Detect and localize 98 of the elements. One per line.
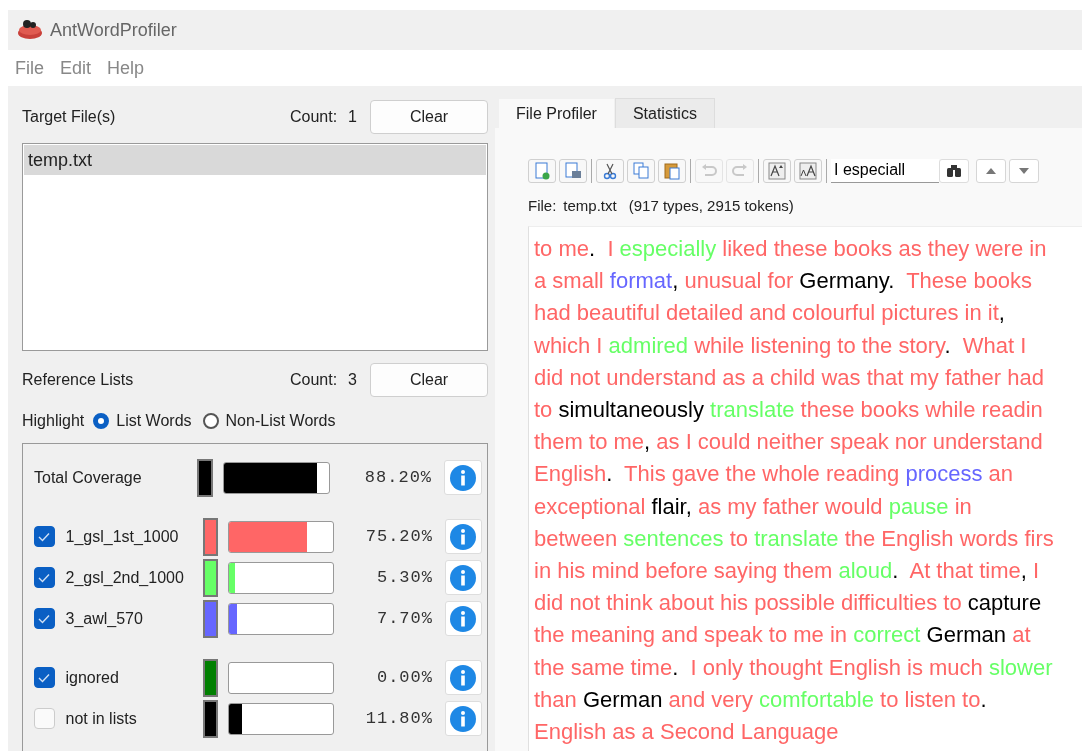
text-line: a small format, unusual for Germany. These books bbox=[534, 267, 1034, 296]
menu-item[interactable]: File bbox=[15, 57, 44, 79]
text-line: exceptional flair, as my father would pause in bbox=[534, 492, 973, 521]
radio-button[interactable] bbox=[202, 413, 219, 429]
file-stats: (917 types, 2915 tokens) bbox=[628, 197, 794, 216]
menu-item[interactable]: Help bbox=[107, 57, 145, 79]
text-line: between sentences to translate the English words firs bbox=[534, 524, 1055, 553]
font-size-icon bbox=[767, 160, 787, 181]
find-button[interactable] bbox=[939, 158, 969, 183]
section-label: Reference Lists bbox=[22, 371, 135, 389]
checkbox[interactable] bbox=[34, 526, 55, 547]
down-arrow-icon bbox=[1019, 167, 1029, 174]
text-line: than German and very comfortable to listen to. bbox=[534, 685, 988, 714]
new-document-icon bbox=[532, 160, 552, 181]
copy-icon bbox=[631, 160, 651, 181]
info-button[interactable] bbox=[444, 701, 482, 736]
text-line: to simultaneously translate these books while readin bbox=[534, 396, 1044, 424]
file-list[interactable]: temp.txt bbox=[22, 143, 488, 351]
checkbox[interactable] bbox=[34, 567, 55, 588]
text-line: did not think about his possible difficulties to capture bbox=[534, 589, 1043, 618]
text-area[interactable] bbox=[528, 226, 1082, 751]
file-list-row[interactable]: temp.txt bbox=[24, 145, 486, 175]
percent-value: 5.30% bbox=[375, 568, 433, 587]
window-title: AntWordProfiler bbox=[50, 19, 177, 41]
text-line: the same time. I only thought English is much slower bbox=[534, 653, 1054, 682]
percent-value: 7.70% bbox=[375, 609, 433, 628]
menu-item[interactable]: Edit bbox=[60, 57, 92, 79]
percent-value: 88.20% bbox=[363, 468, 433, 487]
count-label: Count: bbox=[289, 108, 338, 126]
percent-value: 0.00% bbox=[375, 668, 433, 687]
color-swatch[interactable] bbox=[202, 658, 219, 697]
percent-value: 75.20% bbox=[364, 527, 433, 546]
color-swatch[interactable] bbox=[196, 458, 213, 497]
list-name: not in lists bbox=[65, 709, 138, 728]
info-button[interactable] bbox=[444, 560, 482, 595]
toolbar-button[interactable] bbox=[528, 158, 556, 183]
info-button[interactable] bbox=[444, 460, 482, 495]
info-button[interactable] bbox=[444, 660, 482, 695]
list-name: 2_gsl_2nd_1000 bbox=[65, 568, 185, 587]
text-line: which I admired while listening to the story. What I bbox=[534, 331, 1028, 360]
radio-label[interactable]: Non-List Words bbox=[225, 412, 336, 430]
up-arrow-icon bbox=[986, 167, 996, 174]
text-line: did not understand as a child was that my father had bbox=[534, 363, 1045, 392]
count-value: 1 bbox=[348, 108, 357, 126]
tab[interactable]: Statistics bbox=[614, 98, 715, 128]
info-icon bbox=[450, 605, 477, 632]
info-icon bbox=[450, 523, 477, 550]
color-swatch[interactable] bbox=[202, 517, 219, 556]
info-icon bbox=[450, 664, 477, 691]
text-line: in his mind before saying them aloud. At that time, I bbox=[534, 557, 1041, 586]
save-icon bbox=[563, 160, 583, 181]
info-icon bbox=[450, 564, 477, 591]
radio-label[interactable]: List Words bbox=[116, 412, 192, 430]
clear-button[interactable]: Clear bbox=[370, 363, 488, 397]
list-name: 3_awl_570 bbox=[65, 609, 144, 628]
list-name: ignored bbox=[65, 668, 120, 687]
search-field[interactable]: I especiall bbox=[831, 158, 939, 183]
checkbox[interactable] bbox=[34, 667, 55, 688]
count-label: Count: bbox=[289, 371, 338, 389]
section-label: Target File(s) bbox=[22, 108, 117, 126]
next-button[interactable] bbox=[1009, 158, 1039, 183]
text-line: had beautiful detailed and colourful pictures in it, bbox=[534, 299, 1006, 328]
checkmark-icon bbox=[38, 572, 51, 583]
file-label: File: bbox=[528, 197, 557, 216]
text-line: to me. I especially liked these books as they were in bbox=[534, 235, 1048, 263]
previous-button[interactable] bbox=[976, 158, 1006, 183]
coverage-label: Total Coverage bbox=[34, 468, 143, 487]
color-swatch[interactable] bbox=[202, 599, 219, 638]
color-swatch[interactable] bbox=[202, 558, 219, 597]
percent-value: 11.80% bbox=[364, 709, 433, 728]
info-button[interactable] bbox=[444, 601, 482, 636]
count-value: 3 bbox=[348, 371, 357, 389]
checkmark-icon bbox=[38, 672, 51, 683]
text-line: them to me, as I could neither speak nor understand bbox=[534, 428, 1044, 457]
checkmark-icon bbox=[38, 531, 51, 542]
text-line: English. This gave the whole reading process an bbox=[534, 460, 1015, 489]
binoculars-icon bbox=[946, 163, 962, 178]
toolbar-button[interactable] bbox=[794, 158, 822, 183]
font-size-icon bbox=[798, 160, 818, 181]
color-swatch[interactable] bbox=[202, 699, 219, 738]
text-line: the meaning and speak to me in correct German at bbox=[534, 621, 1032, 650]
info-button[interactable] bbox=[444, 519, 482, 554]
checkbox[interactable] bbox=[34, 608, 55, 629]
text-line: English as a Second Language bbox=[534, 718, 840, 747]
checkmark-icon bbox=[38, 613, 51, 624]
toolbar-button[interactable] bbox=[763, 158, 791, 183]
radio-button[interactable] bbox=[93, 413, 110, 429]
highlight-label: Highlight bbox=[22, 412, 85, 430]
clear-button[interactable]: Clear bbox=[370, 100, 488, 134]
app-logo-icon bbox=[17, 18, 43, 42]
info-icon bbox=[450, 464, 477, 491]
toolbar-button[interactable] bbox=[559, 158, 587, 183]
list-name: 1_gsl_1st_1000 bbox=[65, 527, 180, 546]
paste-icon bbox=[662, 160, 682, 181]
file-name: temp.txt bbox=[563, 197, 617, 216]
toolbar-button[interactable] bbox=[596, 158, 624, 183]
toolbar-button[interactable] bbox=[658, 158, 686, 183]
info-icon bbox=[450, 705, 477, 732]
